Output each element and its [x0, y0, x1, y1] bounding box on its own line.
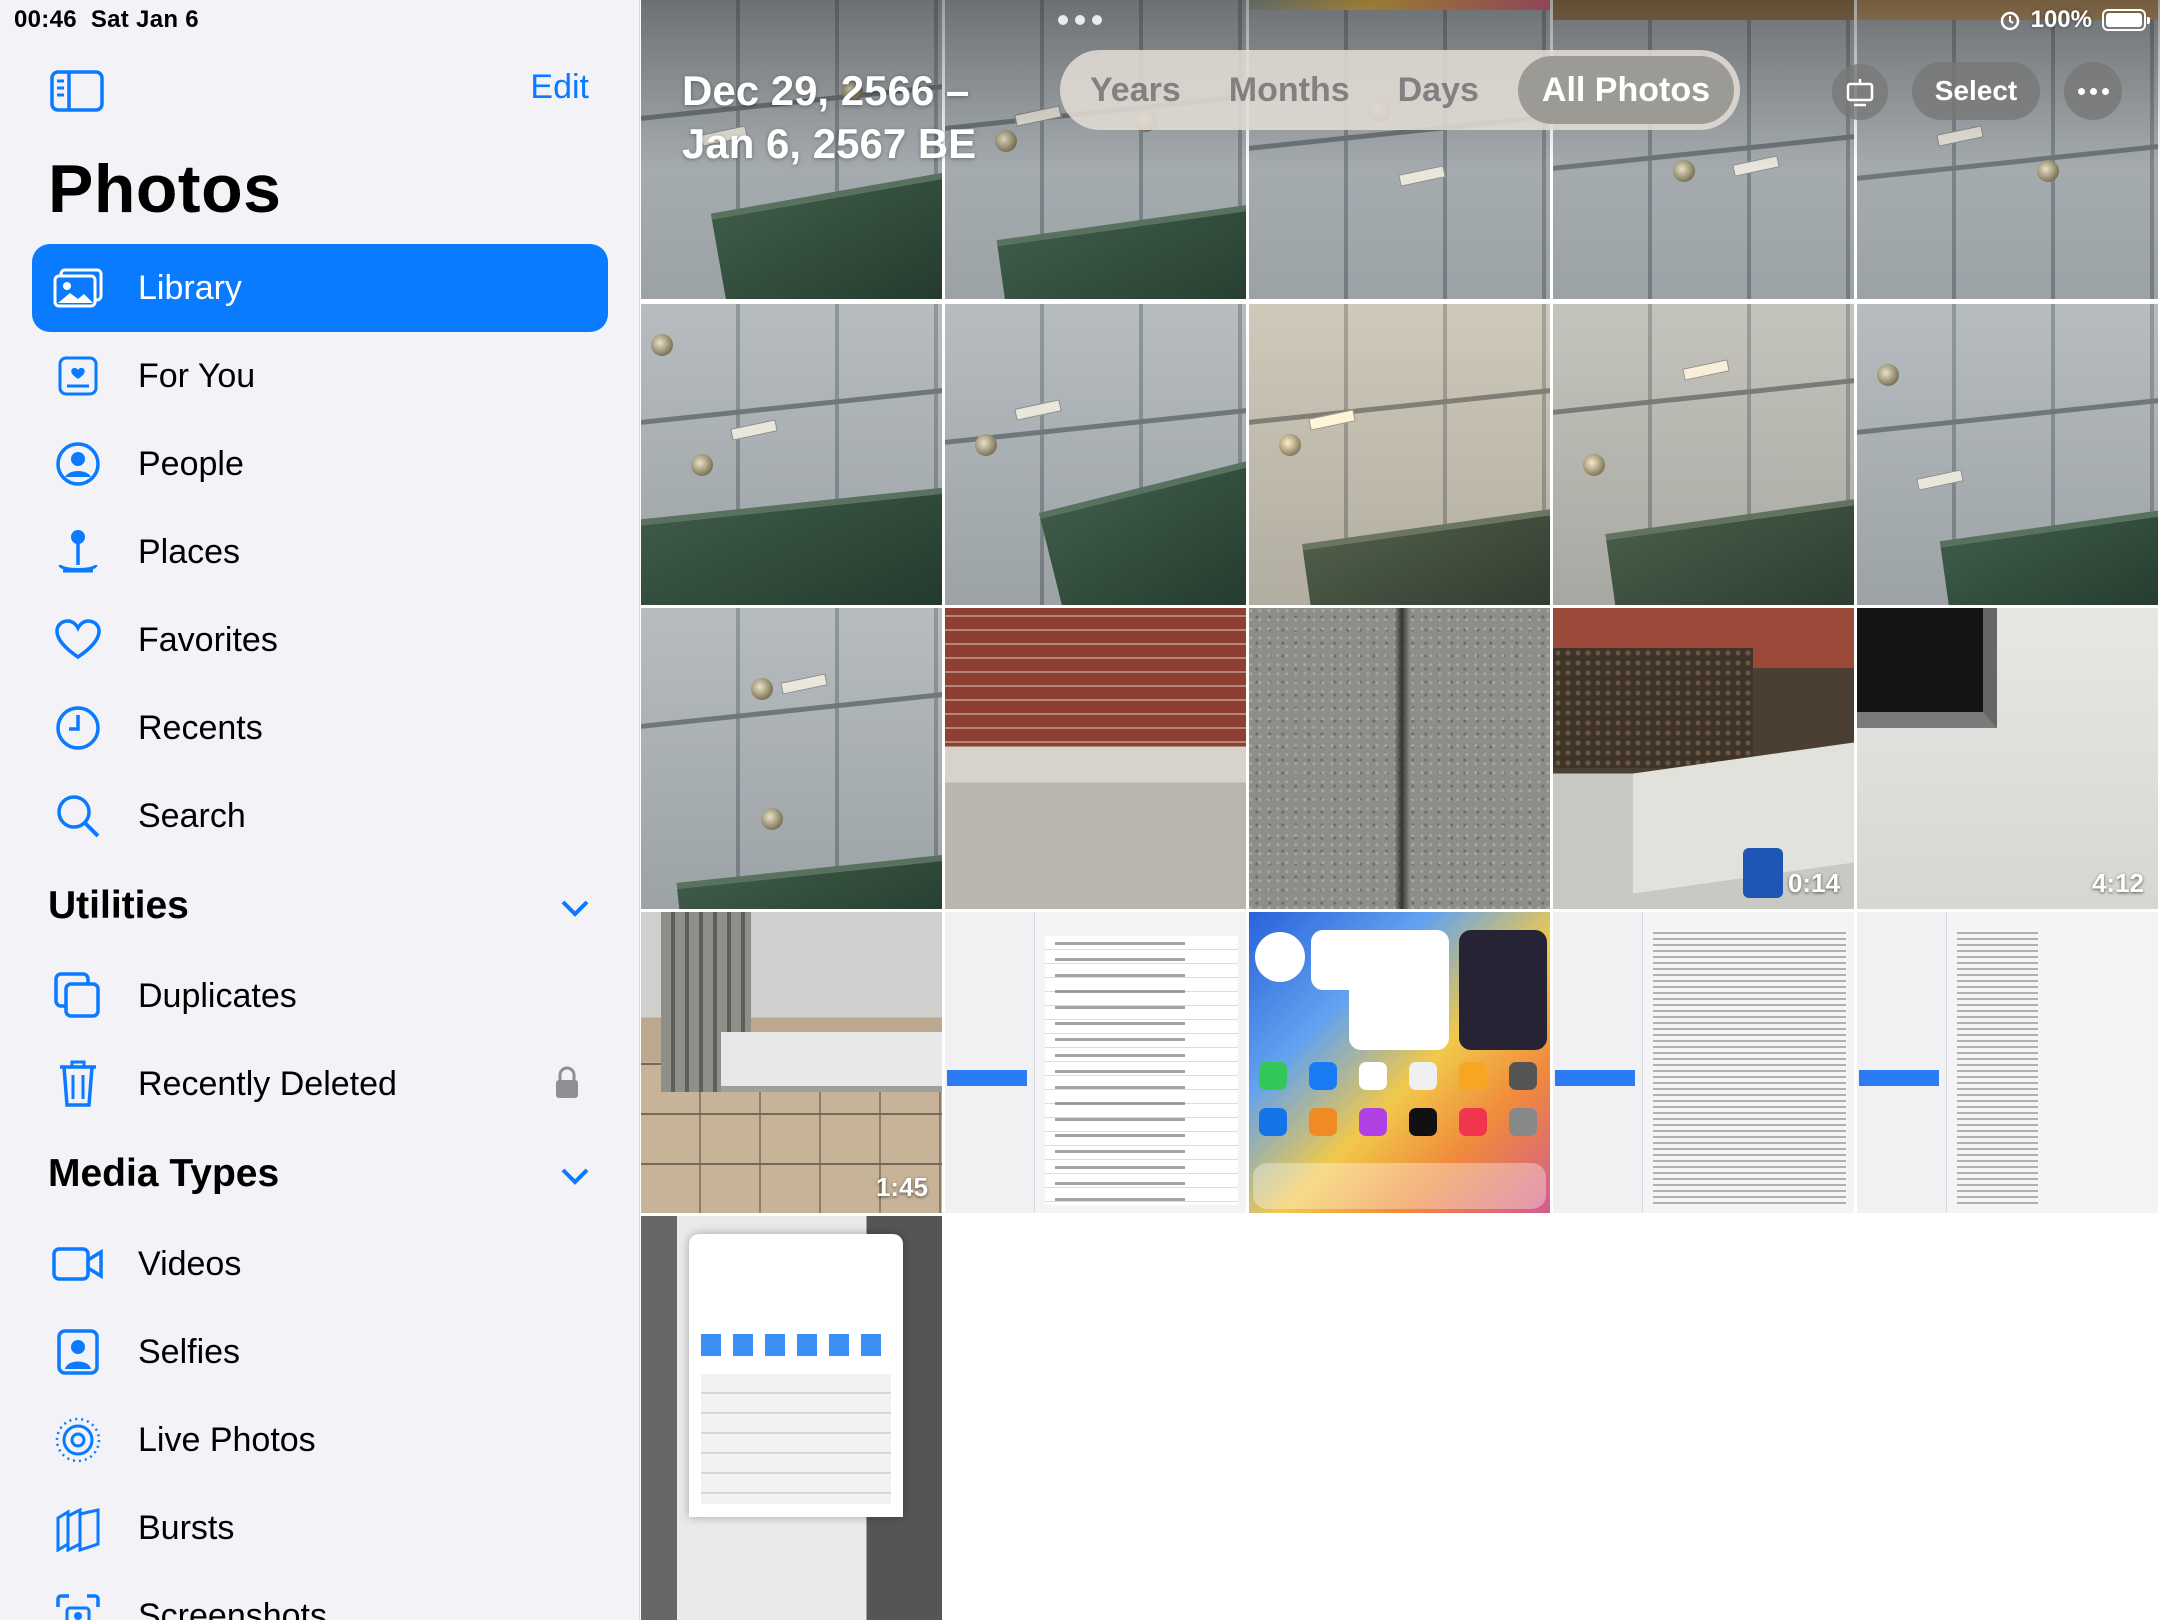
more-options-button[interactable] [2064, 62, 2122, 120]
photo-thumbnail[interactable] [641, 608, 942, 909]
segment-days[interactable]: Days [1374, 56, 1503, 124]
lock-icon [554, 1066, 580, 1105]
library-icon [48, 258, 108, 318]
sidebar-item-recents[interactable]: Recents [32, 684, 608, 772]
photo-thumbnail[interactable] [1857, 304, 2158, 605]
sidebar-item-search[interactable]: Search [32, 772, 608, 860]
screenshot-thumbnail[interactable] [641, 1216, 942, 1620]
sidebar-item-label: Recents [138, 708, 263, 747]
status-bar-right: 100% [1999, 6, 2150, 34]
sidebar-item-label: Search [138, 796, 246, 835]
sidebar-item-screenshots[interactable]: Screenshots [32, 1572, 608, 1620]
video-duration: 1:45 [875, 1172, 928, 1202]
sidebar-item-videos[interactable]: Videos [32, 1220, 608, 1308]
sidebar-item-label: Bursts [138, 1508, 235, 1547]
sidebar-item-favorites[interactable]: Favorites [32, 596, 608, 684]
screenshot-thumbnail[interactable] [1857, 912, 2158, 1213]
sidebar-item-label: Screenshots [138, 1596, 327, 1620]
sidebar-item-people[interactable]: People [32, 420, 608, 508]
photo-thumbnail[interactable] [1553, 304, 1854, 605]
video-thumbnail[interactable]: 1:45 [641, 912, 942, 1213]
search-icon [48, 786, 108, 846]
video-duration: 0:14 [1787, 868, 1840, 898]
photo-grid: 0:14 4:12 1:45 [641, 0, 2160, 1620]
clock-icon [48, 698, 108, 758]
chevron-down-icon[interactable] [555, 1161, 595, 1191]
sidebar-item-label: Recently Deleted [138, 1064, 397, 1103]
sidebar-item-label: Library [138, 268, 242, 307]
sidebar-item-library[interactable]: Library [32, 244, 608, 332]
photo-thumbnail[interactable] [1249, 608, 1550, 909]
alarm-icon [2000, 11, 2019, 31]
edit-button[interactable]: Edit [530, 68, 589, 107]
slideshow-icon [1846, 79, 1874, 107]
sidebar-item-label: Live Photos [138, 1420, 316, 1459]
view-segmented-control: Years Months Days All Photos [1060, 50, 1740, 130]
date-range-line-1: Dec 29, 2566 – [682, 67, 970, 114]
for-you-icon [48, 346, 108, 406]
heart-icon [48, 610, 108, 670]
sidebar-item-bursts[interactable]: Bursts [32, 1484, 608, 1572]
photo-thumbnail[interactable] [945, 304, 1246, 605]
segment-all-photos[interactable]: All Photos [1517, 56, 1734, 124]
screenshot-thumbnail[interactable] [1249, 912, 1550, 1213]
photo-thumbnail[interactable] [641, 304, 942, 605]
sidebar-title: Photos [48, 151, 282, 227]
battery-percent: 100% [2030, 6, 2092, 33]
section-header-utilities[interactable]: Utilities [48, 884, 189, 928]
sidebar-item-label: Duplicates [138, 976, 297, 1015]
selfie-icon [48, 1322, 108, 1382]
trash-icon [48, 1054, 108, 1114]
sidebar-toggle-icon[interactable] [50, 70, 104, 112]
sidebar-item-recently-deleted[interactable]: Recently Deleted [32, 1040, 608, 1128]
segment-months[interactable]: Months [1205, 56, 1374, 124]
sidebar-item-label: Videos [138, 1244, 242, 1283]
photo-thumbnail[interactable] [945, 608, 1246, 909]
sidebar-item-live-photos[interactable]: Live Photos [32, 1396, 608, 1484]
screenshot-thumbnail[interactable] [1553, 912, 1854, 1213]
video-icon [48, 1234, 108, 1294]
sidebar-item-label: Places [138, 532, 241, 571]
multitasking-dots[interactable] [1058, 12, 1102, 28]
screenshot-thumbnail[interactable] [945, 912, 1246, 1213]
status-bar-time: 00:46 Sat Jan 6 [14, 6, 199, 33]
sidebar-item-for-you[interactable]: For You [32, 332, 608, 420]
photo-thumbnail[interactable] [1249, 304, 1550, 605]
duplicates-icon [48, 966, 108, 1026]
section-header-media-types[interactable]: Media Types [48, 1152, 279, 1196]
video-duration: 4:12 [2091, 868, 2144, 898]
sidebar-item-label: People [138, 444, 244, 483]
person-circle-icon [48, 434, 108, 494]
select-button[interactable]: Select [1912, 62, 2040, 120]
sidebar-item-label: Selfies [138, 1332, 241, 1371]
sidebar-item-selfies[interactable]: Selfies [32, 1308, 608, 1396]
date-range-title: Dec 29, 2566 – Jan 6, 2567 BE [682, 64, 976, 170]
live-photo-icon [48, 1410, 108, 1470]
sidebar-item-duplicates[interactable]: Duplicates [32, 952, 608, 1040]
map-pin-icon [48, 522, 108, 582]
video-thumbnail[interactable]: 4:12 [1857, 608, 2158, 909]
date-range-line-2: Jan 6, 2567 BE [682, 120, 977, 167]
sidebar: Edit Photos Library For You People Place… [0, 0, 640, 1620]
video-thumbnail[interactable]: 0:14 [1553, 608, 1854, 909]
segment-years[interactable]: Years [1066, 56, 1205, 124]
screenshot-icon [48, 1586, 108, 1620]
sidebar-item-label: For You [138, 356, 256, 395]
status-bar-date: Sat Jan 6 [90, 6, 199, 33]
ellipsis-icon [2077, 87, 2085, 95]
sidebar-item-places[interactable]: Places [32, 508, 608, 596]
slideshow-button[interactable] [1832, 64, 1888, 120]
battery-icon [2102, 9, 2150, 31]
sidebar-item-label: Favorites [138, 620, 278, 659]
chevron-down-icon[interactable] [555, 893, 595, 923]
bursts-icon [48, 1498, 108, 1558]
